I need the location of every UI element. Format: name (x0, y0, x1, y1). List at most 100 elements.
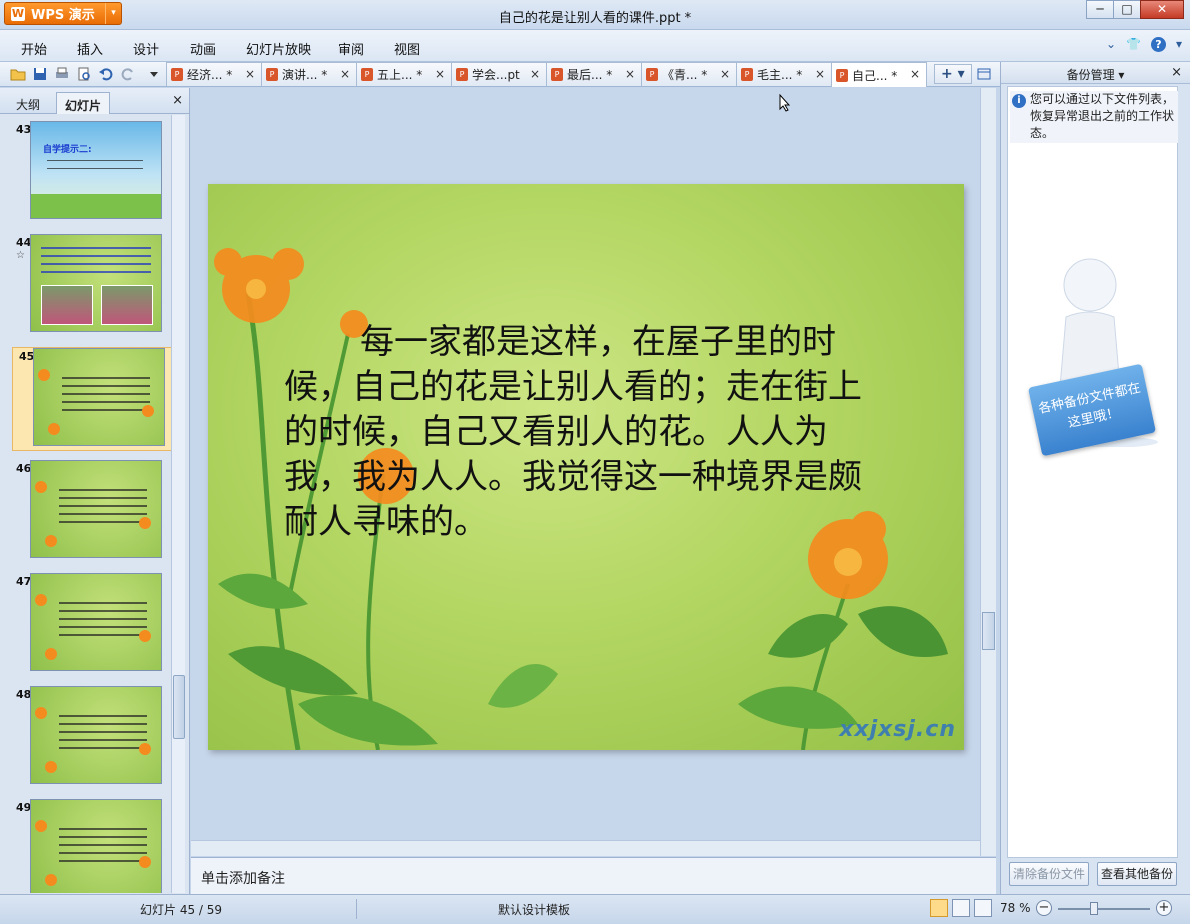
thumbnail-text-line (41, 263, 151, 265)
ppt-file-icon: P (741, 68, 753, 81)
thumbnail-scrollbar[interactable] (171, 115, 185, 893)
menu-item-animation[interactable]: 动画 (190, 39, 216, 58)
design-template-label[interactable]: 默认设计模板 (498, 901, 570, 918)
slide-body-text[interactable]: 每一家都是这样，在屋子里的时候，自己的花是让别人看的；走在街上的时候，自己又看别… (284, 320, 894, 545)
doc-tab-label: 演讲... * (282, 68, 328, 82)
zoom-slider[interactable]: − + (1036, 900, 1172, 918)
close-tab-icon[interactable]: × (720, 67, 730, 81)
slide-thumbnail[interactable]: 43 自学提示二: (10, 121, 170, 225)
clear-backup-button[interactable]: 清除备份文件 (1009, 862, 1089, 886)
doc-tab[interactable]: P 最后... * × (546, 62, 642, 86)
thumbnail-text-line (59, 836, 147, 838)
slide-thumbnail[interactable]: 44 ☆ (10, 234, 170, 338)
thumbnail-text-line (59, 715, 147, 717)
ppt-file-icon: P (456, 68, 468, 81)
editor-vertical-scrollbar[interactable] (980, 88, 996, 856)
thumbnail-text-line (59, 828, 147, 830)
tab-list-icon[interactable] (976, 66, 992, 82)
thumbnail-text-line (59, 505, 147, 507)
open-folder-icon[interactable] (10, 66, 26, 82)
slide-thumbnail-image[interactable] (30, 799, 162, 893)
undo-icon[interactable] (98, 66, 114, 82)
new-tab-button[interactable]: + ▾ (934, 64, 972, 84)
tab-slides[interactable]: 幻灯片 (56, 92, 111, 114)
zoom-out-button[interactable]: − (1036, 900, 1052, 916)
close-tab-icon[interactable]: × (340, 67, 350, 81)
close-tab-icon[interactable]: × (910, 67, 920, 81)
normal-view-icon[interactable] (930, 899, 948, 917)
scrollbar-thumb[interactable] (173, 675, 185, 739)
thumbnail-text-line (62, 377, 150, 379)
window-title: 自己的花是让别人看的课件.ppt * (498, 11, 692, 26)
doc-tab-active[interactable]: P 自己... * × (831, 62, 927, 87)
doc-tab[interactable]: P 学会...pt × (451, 62, 547, 86)
slide-thumbnail[interactable]: 45 (12, 347, 172, 451)
close-icon[interactable]: × (172, 93, 183, 108)
slide-thumbnail-image[interactable] (33, 348, 165, 446)
notes-placeholder[interactable]: 单击添加备注 (201, 868, 285, 888)
print-preview-icon[interactable] (76, 66, 92, 82)
customize-toolbar-icon[interactable] (146, 66, 162, 82)
slideshow-view-icon[interactable] (974, 899, 992, 917)
slide-sorter-view-icon[interactable] (952, 899, 970, 917)
slide-thumbnail-image[interactable] (30, 686, 162, 784)
backup-panel-title[interactable]: 备份管理 ▾ (1001, 66, 1190, 83)
maximize-button[interactable]: □ (1113, 0, 1141, 19)
slide-thumbnail-image[interactable] (30, 573, 162, 671)
view-other-backups-button[interactable]: 查看其他备份 (1097, 862, 1177, 886)
current-slide[interactable]: 每一家都是这样，在屋子里的时候，自己的花是让别人看的；走在街上的时候，自己又看别… (208, 184, 964, 750)
scrollbar-thumb[interactable] (982, 612, 995, 650)
tab-outline[interactable]: 大纲 (8, 92, 48, 114)
editor-horizontal-scrollbar[interactable] (191, 840, 980, 856)
slide-thumbnail[interactable]: 49 (10, 799, 170, 893)
zoom-knob[interactable] (1089, 902, 1098, 915)
print-icon[interactable] (54, 66, 70, 82)
skin-shirt-icon[interactable]: 👕 (1126, 37, 1141, 52)
slide-thumbnail-image[interactable]: 自学提示二: (30, 121, 162, 219)
help-dropdown-icon[interactable]: ▾ (1176, 37, 1182, 52)
doc-tab[interactable]: P 演讲... * × (261, 62, 357, 86)
doc-tab[interactable]: P 经济... * × (166, 62, 262, 86)
doc-tab[interactable]: P 毛主... * × (736, 62, 832, 86)
menu-item-review[interactable]: 审阅 (338, 39, 364, 58)
menu-item-view[interactable]: 视图 (394, 39, 420, 58)
menu-item-design[interactable]: 设计 (133, 39, 159, 58)
menu-item-start[interactable]: 开始 (21, 39, 47, 58)
backup-info-message: i 您可以通过以下文件列表，恢复异常退出之前的工作状态。 (1010, 91, 1178, 143)
slide-thumbnail[interactable]: 47 (10, 573, 170, 677)
document-tabs: P 经济... * × P 演讲... * × P 五上... * × P 学会...pt × … (166, 62, 927, 87)
watermark-logo: xxjxsj.cn (839, 717, 956, 742)
redo-icon[interactable] (120, 66, 136, 82)
slide-thumbnail[interactable]: 48 (10, 686, 170, 790)
zoom-track[interactable] (1058, 908, 1150, 910)
doc-tab-label: 学会...pt (472, 68, 520, 82)
doc-tab-label: 经济... * (187, 68, 233, 82)
menu-item-slideshow[interactable]: 幻灯片放映 (246, 39, 311, 58)
notes-pane[interactable]: 单击添加备注 (191, 857, 996, 894)
zoom-in-button[interactable]: + (1156, 900, 1172, 916)
doc-tab-label: 五上... * (377, 68, 423, 82)
close-tab-icon[interactable]: × (625, 67, 635, 81)
thumbnail-text-line (59, 497, 147, 499)
close-window-button[interactable]: ✕ (1140, 0, 1184, 19)
close-tab-icon[interactable]: × (245, 67, 255, 81)
close-tab-icon[interactable]: × (815, 67, 825, 81)
collapse-ribbon-icon[interactable]: ⌄ (1106, 37, 1116, 52)
doc-tab[interactable]: P 《青... * × (641, 62, 737, 86)
slide-thumbnail-image[interactable] (30, 234, 162, 332)
slide-thumbnail[interactable]: 46 (10, 460, 170, 564)
thumbnail-flower (48, 423, 60, 435)
thumbnail-flower (45, 648, 57, 660)
save-icon[interactable] (32, 66, 48, 82)
close-icon[interactable]: × (1171, 65, 1182, 80)
help-icon[interactable]: ? (1150, 37, 1166, 52)
doc-tab-label: 最后... * (567, 68, 613, 82)
menu-item-insert[interactable]: 插入 (77, 39, 103, 58)
thumbnail-flower (35, 820, 47, 832)
doc-tab[interactable]: P 五上... * × (356, 62, 452, 86)
mouse-cursor-icon (779, 94, 791, 112)
close-tab-icon[interactable]: × (435, 67, 445, 81)
minimize-button[interactable]: ─ (1086, 0, 1114, 19)
close-tab-icon[interactable]: × (530, 67, 540, 81)
slide-thumbnail-image[interactable] (30, 460, 162, 558)
